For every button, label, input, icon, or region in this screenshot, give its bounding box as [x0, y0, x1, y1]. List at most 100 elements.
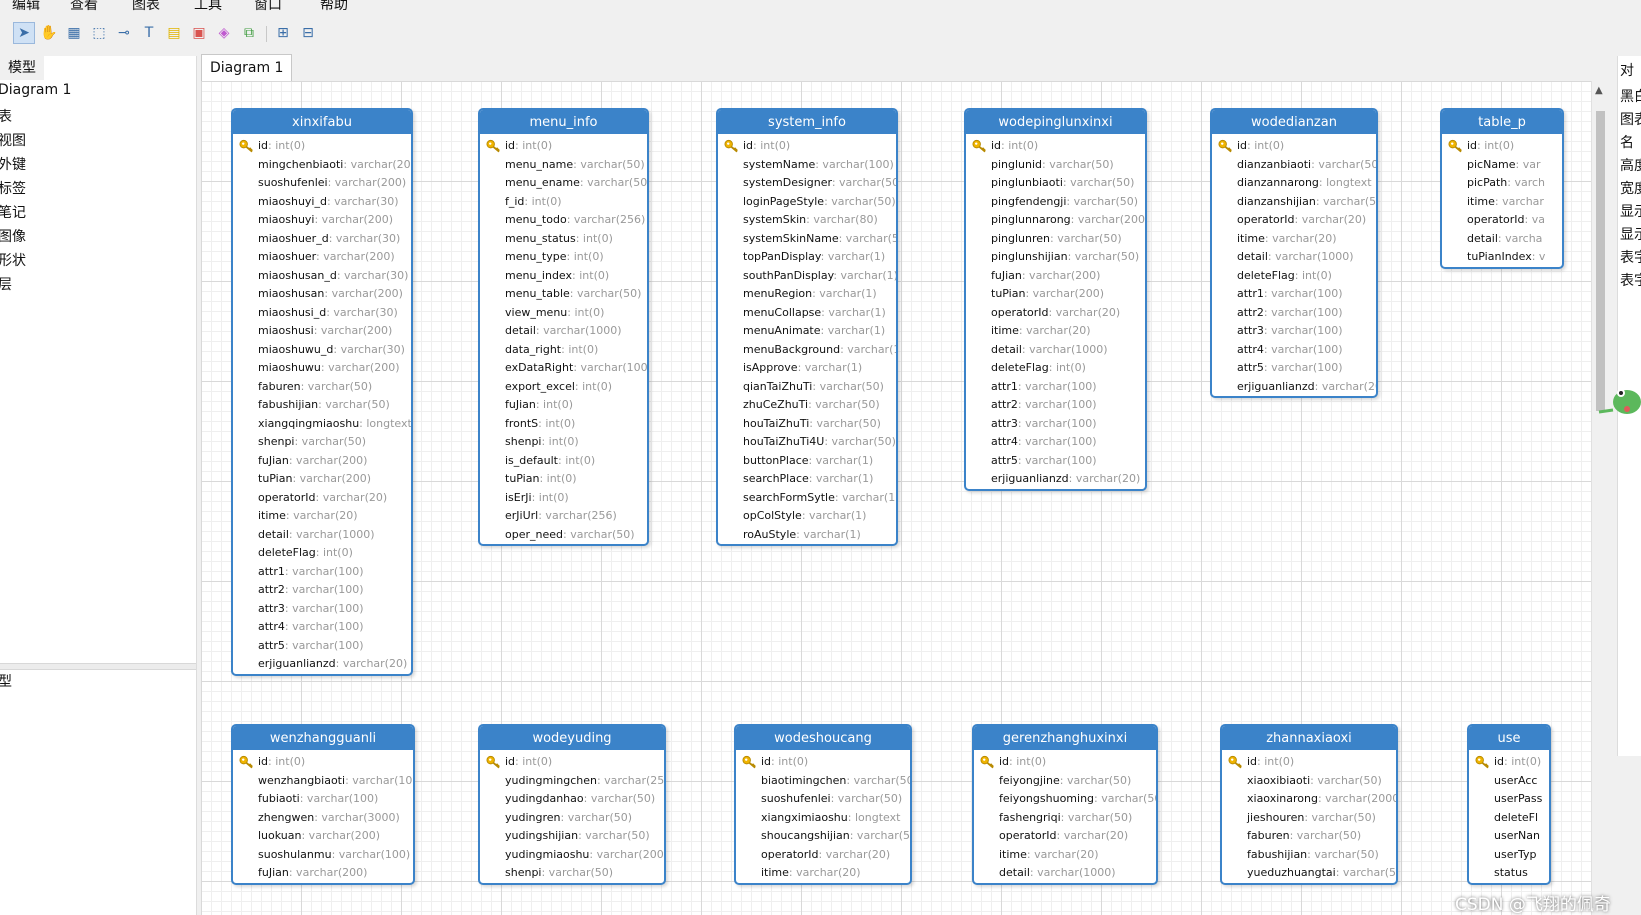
table-field[interactable]: is_default: int(0): [480, 452, 647, 471]
table-field[interactable]: houTaiZhuTi: varchar(50): [718, 415, 896, 434]
table-field[interactable]: feiyongjine: varchar(50): [974, 772, 1156, 791]
table-field[interactable]: pingfendengji: varchar(50): [966, 193, 1145, 212]
tree-shapes[interactable]: 形状: [0, 250, 26, 270]
table-field[interactable]: yudingshijian: varchar(50): [480, 827, 664, 846]
table-field[interactable]: detail: varchar(1000): [966, 341, 1145, 360]
table-field[interactable]: pinglunshijian: varchar(50): [966, 248, 1145, 267]
table-field[interactable]: id: int(0): [1222, 753, 1396, 772]
table-field[interactable]: dianzanbiaoti: varchar(50): [1212, 156, 1376, 175]
menu-diagram[interactable]: 图表: [132, 0, 160, 14]
table-field[interactable]: userPass: [1469, 790, 1549, 809]
table-field[interactable]: menu_type: int(0): [480, 248, 647, 267]
table-field[interactable]: operatorId: varchar(20): [974, 827, 1156, 846]
menu-tools[interactable]: 工具: [194, 0, 222, 14]
table-field[interactable]: attr3: varchar(100): [233, 600, 411, 619]
table-field[interactable]: zhengwen: varchar(3000): [233, 809, 413, 828]
table-field[interactable]: yudingdanhao: varchar(50): [480, 790, 664, 809]
table-field[interactable]: attr2: varchar(100): [966, 396, 1145, 415]
table-field[interactable]: attr1: varchar(100): [1212, 285, 1376, 304]
table-field[interactable]: shenpi: int(0): [480, 433, 647, 452]
table-field[interactable]: detail: varchar(1000): [1212, 248, 1376, 267]
table-field[interactable]: southPanDisplay: varchar(1): [718, 267, 896, 286]
table-field[interactable]: attr4: varchar(100): [966, 433, 1145, 452]
pointer-icon[interactable]: ➤: [13, 22, 35, 44]
table-field[interactable]: oper_need: varchar(50): [480, 526, 647, 545]
tree-tables[interactable]: 表: [0, 106, 12, 126]
table-field[interactable]: id: int(0): [1442, 137, 1562, 156]
table-field[interactable]: menu_table: varchar(50): [480, 285, 647, 304]
text-icon[interactable]: T: [138, 22, 160, 44]
table-field[interactable]: wenzhangbiaoti: varchar(100): [233, 772, 413, 791]
table-field[interactable]: attr1: varchar(100): [966, 378, 1145, 397]
table-field[interactable]: export_excel: int(0): [480, 378, 647, 397]
table-field[interactable]: operatorId: varchar(20): [966, 304, 1145, 323]
table-field[interactable]: xiaoxibiaoti: varchar(50): [1222, 772, 1396, 791]
table-field[interactable]: view_menu: int(0): [480, 304, 647, 323]
chevron-up-icon[interactable]: ▲: [1595, 85, 1603, 96]
table-field[interactable]: buttonPlace: varchar(1): [718, 452, 896, 471]
table-field[interactable]: tuPianIndex: v: [1442, 248, 1562, 267]
table-field[interactable]: searchPlace: varchar(1): [718, 470, 896, 489]
table-field[interactable]: miaoshuyi_d: varchar(30): [233, 193, 411, 212]
table-field[interactable]: shenpi: varchar(50): [480, 864, 664, 883]
diagram-canvas[interactable]: xinxifabu id: int(0) mingchenbiaoti: varch…: [201, 81, 1591, 915]
relation-icon[interactable]: ⊸: [113, 22, 135, 44]
table-field[interactable]: attr4: varchar(100): [1212, 341, 1376, 360]
table-xinxifabu[interactable]: xinxifabu id: int(0) mingchenbiaoti: varch…: [231, 108, 413, 676]
table-field[interactable]: deleteFlag: int(0): [233, 544, 411, 563]
table-field[interactable]: data_right: int(0): [480, 341, 647, 360]
table-field[interactable]: miaoshuwu_d: varchar(30): [233, 341, 411, 360]
table-field[interactable]: dianzanshijian: varchar(50): [1212, 193, 1376, 212]
table-field[interactable]: zhuCeZhuTi: varchar(50): [718, 396, 896, 415]
table-field[interactable]: miaoshuer_d: varchar(30): [233, 230, 411, 249]
table-field[interactable]: pinglunnarong: varchar(2000): [966, 211, 1145, 230]
table-field[interactable]: isErJi: int(0): [480, 489, 647, 508]
table-field[interactable]: id: int(0): [480, 137, 647, 156]
table-field[interactable]: mingchenbiaoti: varchar(200): [233, 156, 411, 175]
table-field[interactable]: attr4: varchar(100): [233, 618, 411, 637]
tree-images[interactable]: 图像: [0, 226, 26, 246]
table-field[interactable]: suoshufenlei: varchar(200): [233, 174, 411, 193]
menu-view[interactable]: 查看: [70, 0, 98, 14]
table-field[interactable]: systemDesigner: varchar(50): [718, 174, 896, 193]
table-field[interactable]: miaoshusi_d: varchar(30): [233, 304, 411, 323]
table-field[interactable]: xiangqingmiaoshu: longtext: [233, 415, 411, 434]
table-field[interactable]: detail: varchar(1000): [480, 322, 647, 341]
table-field[interactable]: fuJian: varchar(200): [233, 452, 411, 471]
table-field[interactable]: userTyp: [1469, 846, 1549, 865]
tree-foreign-keys[interactable]: 外键: [0, 154, 26, 174]
table-field[interactable]: menu_status: int(0): [480, 230, 647, 249]
table-field[interactable]: fashengriqi: varchar(50): [974, 809, 1156, 828]
table-field[interactable]: menuAnimate: varchar(1): [718, 322, 896, 341]
align-icon[interactable]: ⊞: [272, 22, 294, 44]
table-wodepinglunxinxi[interactable]: wodepinglunxinxi id: int(0) pinglunid: var…: [964, 108, 1147, 491]
table-field[interactable]: feiyongshuoming: varchar(50): [974, 790, 1156, 809]
table-field[interactable]: attr3: varchar(100): [1212, 322, 1376, 341]
table-field[interactable]: menu_index: int(0): [480, 267, 647, 286]
vertical-scrollbar[interactable]: ▲: [1591, 81, 1609, 915]
hand-icon[interactable]: ✋: [38, 22, 60, 44]
table-field[interactable]: fabushijian: varchar(50): [1222, 846, 1396, 865]
table-field[interactable]: id: int(0): [736, 753, 910, 772]
table-field[interactable]: luokuan: varchar(200): [233, 827, 413, 846]
table-field[interactable]: yudingren: varchar(50): [480, 809, 664, 828]
table-field[interactable]: picPath: varch: [1442, 174, 1562, 193]
table-field[interactable]: miaoshuwu: varchar(200): [233, 359, 411, 378]
table-field[interactable]: id: int(0): [1469, 753, 1549, 772]
table-field[interactable]: yueduzhuangtai: varchar(50): [1222, 864, 1396, 883]
table-field[interactable]: itime: varchar: [1442, 193, 1562, 212]
table-field[interactable]: systemSkinName: varchar(50): [718, 230, 896, 249]
view-icon[interactable]: ⬚: [88, 22, 110, 44]
table-field[interactable]: attr5: varchar(100): [966, 452, 1145, 471]
table-field[interactable]: id: int(0): [966, 137, 1145, 156]
table-field[interactable]: jieshouren: varchar(50): [1222, 809, 1396, 828]
table-field[interactable]: picName: var: [1442, 156, 1562, 175]
table-field[interactable]: erJiUrl: varchar(256): [480, 507, 647, 526]
table-field[interactable]: menuBackground: varchar(1): [718, 341, 896, 360]
table-use[interactable]: use id: int(0) userAcc userPass deleteFl user…: [1467, 724, 1551, 885]
table-field[interactable]: tuPian: varchar(200): [233, 470, 411, 489]
table-field[interactable]: menuCollapse: varchar(1): [718, 304, 896, 323]
panel-divider[interactable]: [0, 663, 196, 670]
properties-tab[interactable]: 对: [1620, 60, 1634, 80]
tree-labels[interactable]: 标签: [0, 178, 26, 198]
